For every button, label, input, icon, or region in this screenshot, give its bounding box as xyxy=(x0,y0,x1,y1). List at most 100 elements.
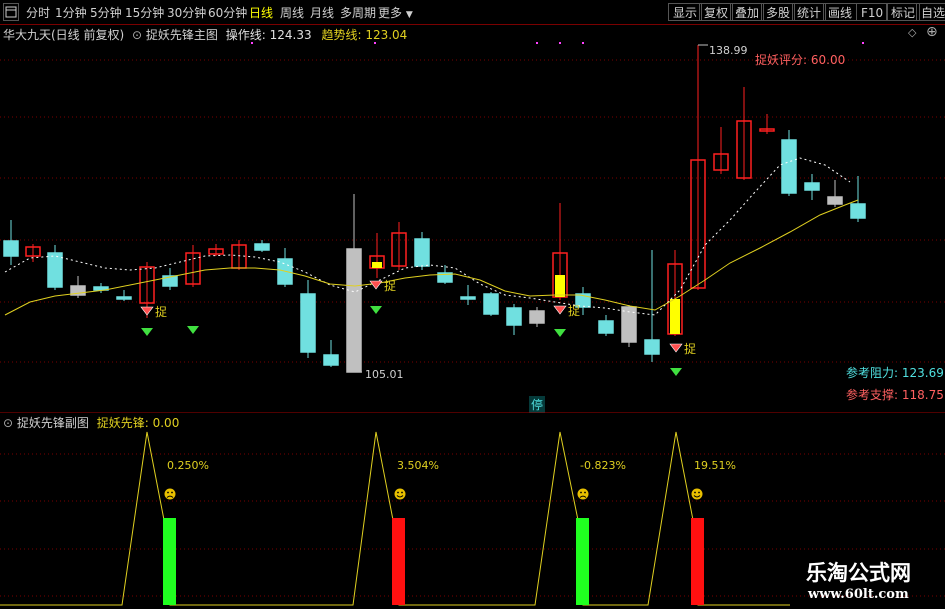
annotation-1: 0.250% xyxy=(167,459,209,472)
marker-dots xyxy=(251,42,864,44)
candle-body xyxy=(3,240,19,257)
period-tab-more[interactable]: 更多 ▼ xyxy=(378,4,413,21)
score-value: 60.00 xyxy=(810,53,846,67)
face-eye xyxy=(698,491,700,494)
face-eye xyxy=(401,491,403,494)
face-icons xyxy=(164,488,703,500)
annotation-2: 3.504% xyxy=(397,459,439,472)
period-tab-30min[interactable]: 30分钟 xyxy=(167,4,206,21)
sad-face-icon xyxy=(164,488,176,500)
add-icon[interactable]: ⊕ xyxy=(926,24,938,40)
sub-bars xyxy=(163,518,704,605)
candle-body xyxy=(414,238,430,267)
moving-average-line xyxy=(4,157,851,316)
signal-marker xyxy=(140,306,154,316)
period-tab-5min[interactable]: 5分钟 xyxy=(90,4,122,21)
candle-body xyxy=(116,296,132,300)
draw-line-button[interactable]: 画线 xyxy=(823,3,858,21)
display-button[interactable]: 显示 xyxy=(668,3,703,21)
marker-dot xyxy=(251,42,253,44)
main-grid xyxy=(0,59,945,363)
candle-body xyxy=(827,196,843,205)
gem-icon xyxy=(670,368,682,376)
multi-stock-button[interactable]: 多股 xyxy=(761,3,796,21)
signal-marker xyxy=(669,343,683,353)
f10-button[interactable]: F10 xyxy=(856,3,889,21)
face-eye xyxy=(171,491,173,494)
annotation-4: 19.51% xyxy=(694,459,736,472)
marker-dot xyxy=(582,42,584,44)
candle-highlight xyxy=(555,275,565,297)
candlestick-chart: 捉捉捉捉 xyxy=(0,42,945,376)
period-tab-15min[interactable]: 15分钟 xyxy=(125,4,164,21)
watermark-title: 乐淘公式网 xyxy=(806,561,911,585)
candle-body xyxy=(483,293,499,315)
watchlist-button[interactable]: 自选 xyxy=(916,3,945,21)
marker-dot xyxy=(862,42,864,44)
sub-bar xyxy=(691,518,704,605)
support-value: 118.75 xyxy=(901,388,944,402)
candle-body xyxy=(804,182,820,191)
candle-body xyxy=(598,320,614,334)
candle-highlight xyxy=(372,262,382,268)
period-tab-60min[interactable]: 60分钟 xyxy=(208,4,247,21)
high-price-label: 138.99 xyxy=(709,44,748,57)
candle-body xyxy=(460,296,476,300)
signal-label: 捉 xyxy=(568,303,580,318)
sub-bar xyxy=(163,518,176,605)
trend-line xyxy=(4,199,859,316)
mark-button[interactable]: 标记 xyxy=(886,3,921,21)
smile-face-icon xyxy=(394,488,406,500)
candle-body xyxy=(254,243,270,251)
diamond-icon[interactable]: ◇ xyxy=(908,26,916,39)
window-menu-button[interactable] xyxy=(3,3,19,21)
resistance-display: 参考阻力: 123.69 xyxy=(846,364,944,381)
stop-marker: 停 xyxy=(529,396,546,413)
marker-dot xyxy=(536,42,538,44)
support-label: 参考支撑: xyxy=(846,388,899,402)
face-eye xyxy=(694,491,696,494)
sub-indicator-chart xyxy=(0,412,945,606)
resistance-label: 参考阻力: xyxy=(846,366,899,380)
annotation-3: -0.823% xyxy=(580,459,626,472)
face-eye xyxy=(397,491,399,494)
period-tab-1min[interactable]: 1分钟 xyxy=(55,4,87,21)
face-eye xyxy=(167,491,169,494)
period-tab-monthly[interactable]: 月线 xyxy=(310,4,334,21)
gem-icon xyxy=(141,328,153,336)
candle-body xyxy=(300,293,316,353)
signal-marker xyxy=(553,305,567,315)
low-price-label: 105.01 xyxy=(365,368,404,381)
marker-dot xyxy=(559,42,561,44)
candle-highlight xyxy=(670,299,680,334)
window-icon xyxy=(5,6,17,18)
candle-body xyxy=(506,307,522,326)
chevron-down-icon: ▼ xyxy=(405,10,413,20)
period-tab-weekly[interactable]: 周线 xyxy=(280,4,304,21)
fuquan-button[interactable]: 复权 xyxy=(699,3,734,21)
period-tab-fenshi[interactable]: 分时 xyxy=(26,4,50,21)
period-tab-multi[interactable]: 多周期 xyxy=(340,4,376,21)
sub-grid xyxy=(0,453,945,597)
signal-label: 捉 xyxy=(384,278,396,293)
sub-bar xyxy=(576,518,589,605)
statistics-button[interactable]: 统计 xyxy=(792,3,827,21)
candle-body xyxy=(529,310,545,324)
candle-body xyxy=(850,203,866,219)
overlay-button[interactable]: 叠加 xyxy=(730,3,765,21)
resistance-value: 123.69 xyxy=(901,366,944,380)
face-eye xyxy=(580,491,582,494)
sad-face-icon xyxy=(577,488,589,500)
signal-marker xyxy=(369,280,383,290)
signal-label: 捉 xyxy=(155,304,167,319)
gem-icon xyxy=(187,326,199,334)
period-toolbar: 分时 1分钟 5分钟 15分钟 30分钟 60分钟 日线 周线 月线 多周期 更… xyxy=(0,0,945,25)
score-label: 捉妖评分: xyxy=(755,53,808,67)
period-tab-daily[interactable]: 日线 xyxy=(249,4,273,21)
sub-bar xyxy=(392,518,405,605)
candle-body xyxy=(346,248,362,373)
signal-label: 捉 xyxy=(684,341,696,356)
candle-body xyxy=(781,139,797,194)
period-tab-more-label: 更多 xyxy=(378,6,403,20)
watermark-url: www.60lt.com xyxy=(808,587,909,602)
